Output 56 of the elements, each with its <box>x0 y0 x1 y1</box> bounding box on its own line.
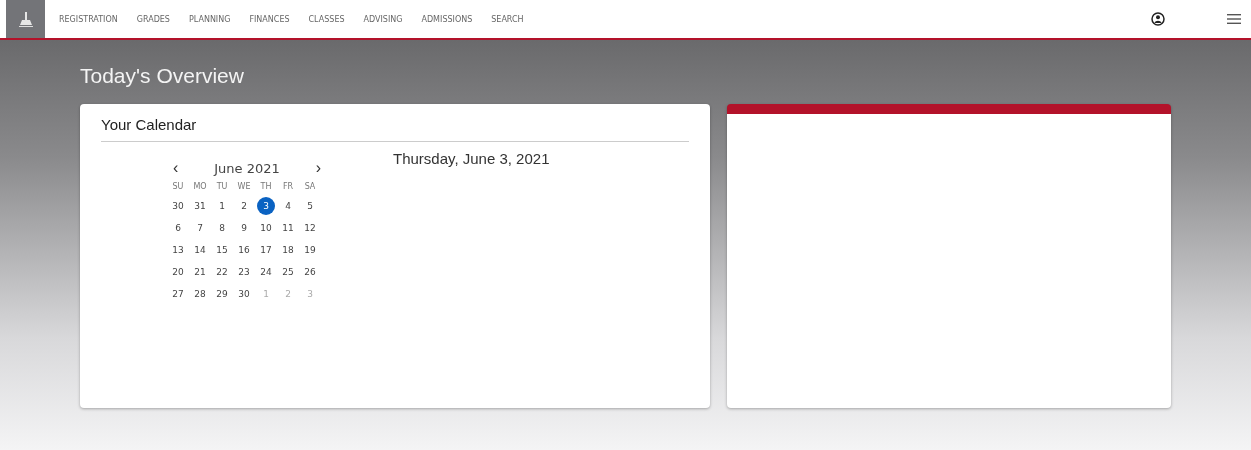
nav-link[interactable]: PLANNING <box>188 14 231 24</box>
weekday-label: SU <box>172 181 184 193</box>
weekday-label: WE <box>237 181 251 193</box>
calendar-day[interactable]: 29 <box>213 285 231 303</box>
calendar-day[interactable]: 31 <box>191 197 209 215</box>
calendar-day[interactable]: 22 <box>213 263 231 281</box>
previous-month-button[interactable]: ‹ <box>171 160 181 176</box>
calendar-day[interactable]: 26 <box>301 263 319 281</box>
calendar-day[interactable]: 10 <box>257 219 275 237</box>
logo-icon[interactable] <box>6 0 45 38</box>
calendar-day[interactable]: 30 <box>169 197 187 215</box>
weekday-label: FR <box>282 181 294 193</box>
nav-link[interactable]: CLASSES <box>308 14 345 24</box>
calendar-day[interactable]: 18 <box>279 241 297 259</box>
calendar-day[interactable]: 15 <box>213 241 231 259</box>
calendar-day[interactable]: 1 <box>213 197 231 215</box>
calendar-day[interactable]: 11 <box>279 219 297 237</box>
page-title: Today's Overview <box>80 64 245 88</box>
calendar-day[interactable]: 7 <box>191 219 209 237</box>
calendar-day[interactable]: 9 <box>235 219 253 237</box>
nav-link[interactable]: GRADES <box>136 14 170 24</box>
weekday-label: MO <box>193 181 207 193</box>
nav-link[interactable]: SEARCH <box>491 14 524 24</box>
calendar-day[interactable]: 12 <box>301 219 319 237</box>
calendar-day[interactable]: 17 <box>257 241 275 259</box>
calendar-day[interactable]: 2 <box>235 197 253 215</box>
menu-icon[interactable] <box>1227 13 1241 25</box>
calendar-day[interactable]: 24 <box>257 263 275 281</box>
calendar-day[interactable]: 6 <box>169 219 187 237</box>
calendar-day[interactable]: 27 <box>169 285 187 303</box>
nav-link[interactable]: REGISTRATION <box>59 14 118 24</box>
month-label: June 2021 <box>214 160 280 176</box>
calendar-day[interactable]: 20 <box>169 263 187 281</box>
calendar-day[interactable]: 13 <box>169 241 187 259</box>
nav-link[interactable]: ADVISING <box>363 14 403 24</box>
calendar-day[interactable]: 30 <box>235 285 253 303</box>
calendar-day[interactable]: 25 <box>279 263 297 281</box>
calendar-day[interactable]: 23 <box>235 263 253 281</box>
nav-link[interactable]: FINANCES <box>249 14 290 24</box>
calendar-day[interactable]: 5 <box>301 197 319 215</box>
user-icon[interactable] <box>1151 12 1165 26</box>
calendar-day[interactable]: 21 <box>191 263 209 281</box>
calendar-day[interactable]: 3 <box>257 197 275 215</box>
calendar-day[interactable]: 28 <box>191 285 209 303</box>
calendar-day[interactable]: 8 <box>213 219 231 237</box>
calendar-day[interactable]: 16 <box>235 241 253 259</box>
selected-date-heading: Thursday, June 3, 2021 <box>393 150 550 169</box>
calendar-day[interactable]: 4 <box>279 197 297 215</box>
calendar-day[interactable]: 19 <box>301 241 319 259</box>
next-month-button[interactable]: › <box>313 160 323 176</box>
card-title: Your Calendar <box>101 104 689 142</box>
calendar-day[interactable]: 14 <box>191 241 209 259</box>
weekday-label: TH <box>260 181 272 193</box>
weekday-label: SA <box>304 181 316 193</box>
nav-link[interactable]: ADMISSIONS <box>421 14 473 24</box>
weekday-label: TU <box>216 181 228 193</box>
